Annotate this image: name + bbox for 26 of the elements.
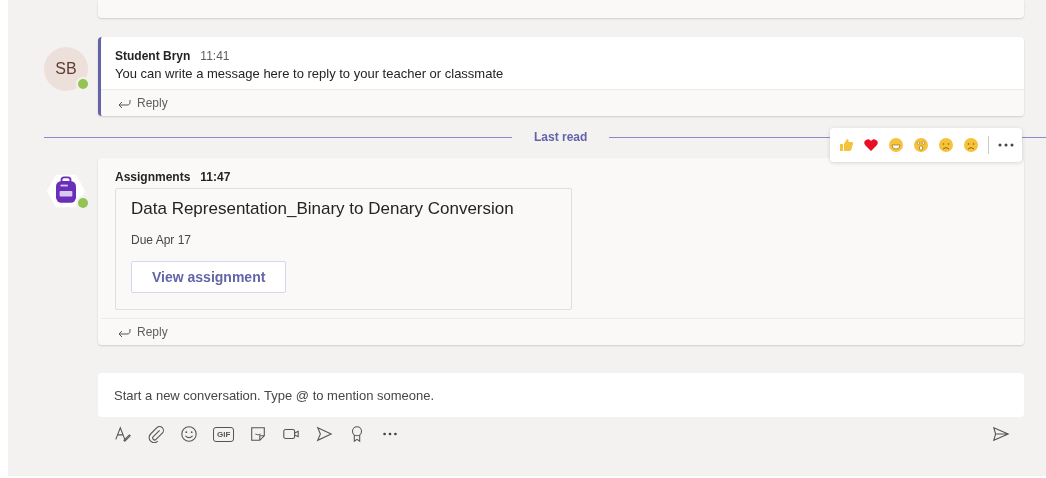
reply-arrow-icon (117, 98, 131, 108)
author-name: Assignments (115, 170, 191, 184)
due-date: Due Apr 17 (131, 233, 193, 247)
paperclip-icon[interactable] (147, 425, 165, 443)
assignment-title: Data Representation_Binary to Denary Conversion (131, 199, 515, 219)
angry-reaction-icon[interactable] (963, 137, 979, 153)
avatar: SB (44, 47, 88, 91)
reply-button[interactable]: Reply (101, 318, 1024, 345)
message-time: 11:47 (200, 170, 231, 184)
view-assignment-button[interactable]: View assignment (131, 261, 287, 293)
message-input-field[interactable]: Start a new conversation. Type @ to mention someone. (98, 373, 1024, 417)
more-options-icon[interactable] (998, 143, 1014, 147)
emoji-icon[interactable] (180, 425, 198, 443)
reply-button[interactable]: Reply (101, 89, 1024, 116)
send-icon[interactable] (992, 425, 1010, 443)
sticker-icon[interactable] (249, 425, 268, 443)
reply-arrow-icon (117, 327, 131, 337)
heart-reaction-icon[interactable] (863, 137, 879, 153)
message-time: 11:41 (200, 49, 230, 63)
message-text: You can write a message here to reply to your teacher or classmate (115, 66, 505, 81)
author-name: Student Bryn (115, 49, 191, 63)
last-read-label: Last read (534, 130, 588, 144)
sad-reaction-icon[interactable] (938, 137, 954, 153)
gif-button[interactable]: GIF (213, 426, 235, 442)
format-icon[interactable] (114, 425, 132, 443)
play-arrow-icon[interactable] (315, 425, 334, 443)
